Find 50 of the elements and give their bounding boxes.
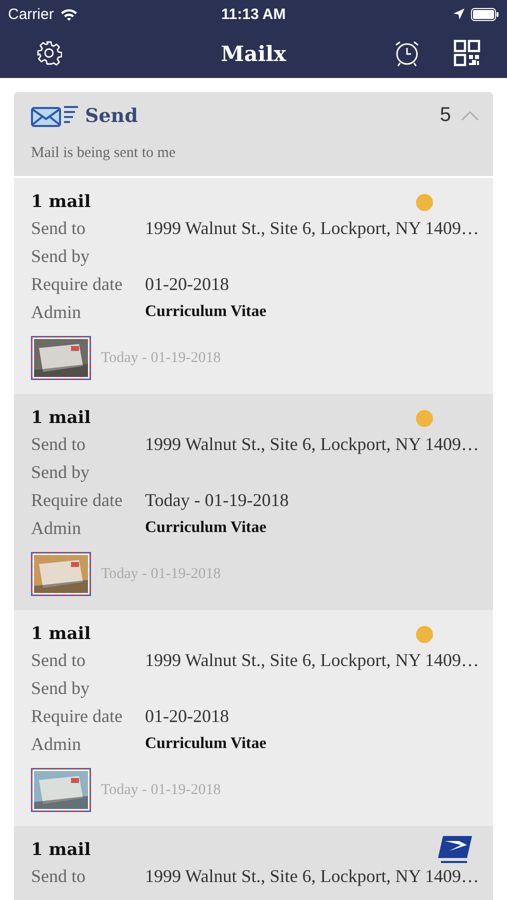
- field-value: Curriculum Vitae: [145, 303, 266, 321]
- envelope-icon: [31, 104, 81, 126]
- clock-time: 11:13 AM: [221, 6, 286, 22]
- field-label: Send to: [31, 218, 87, 238]
- mail-title: 1 mail: [31, 624, 91, 644]
- field-value: Curriculum Vitae: [145, 519, 266, 537]
- carrier-name: Carrier: [8, 6, 54, 22]
- settings-button[interactable]: [36, 40, 62, 66]
- settings-icon: [36, 40, 62, 66]
- qr-code-icon: [453, 39, 481, 67]
- field-value: Curriculum Vitae: [145, 735, 266, 753]
- field-label: Send by: [31, 246, 90, 266]
- mail-card[interactable]: 1 mail Send to 1999 Walnut St., Site 6, Lockport, NY 1409… Send by Require date 01-20-2018 Admin Curriculum Vitae Today - 01-19-2018: [14, 610, 493, 826]
- app-title: Mailx: [220, 40, 286, 66]
- field-value: 1999 Walnut St., Site 6, Lockport, NY 1409…: [145, 218, 480, 238]
- field-label: Send to: [31, 434, 87, 454]
- field-label: Admin: [31, 734, 82, 754]
- field-label: Send to: [31, 866, 87, 886]
- field-label: Admin: [31, 302, 82, 322]
- section-title: Send: [85, 104, 138, 126]
- mail-title: 1 mail: [31, 192, 91, 212]
- location-arrow-icon: [452, 8, 465, 20]
- section-subtitle: Mail is being sent to me: [31, 145, 177, 162]
- qr-code-button[interactable]: [453, 39, 481, 67]
- field-label: Send to: [31, 650, 87, 670]
- alarm-button[interactable]: [393, 39, 421, 67]
- field-value: 1999 Walnut St., Site 6, Lockport, NY 1409…: [145, 650, 480, 670]
- mail-date: Today - 01-19-2018: [101, 350, 221, 366]
- mail-card[interactable]: 1 mail Send to 1999 Walnut St., Site 6, Lockport, NY 1409…: [14, 826, 493, 900]
- field-label: Admin: [31, 518, 82, 538]
- field-value: 01-20-2018: [145, 274, 229, 294]
- section-header[interactable]: Send 5 Mail is being sent to me: [14, 92, 493, 176]
- mail-count: 5: [440, 104, 451, 127]
- field-label: Send by: [31, 462, 90, 482]
- mail-card[interactable]: 1 mail Send to 1999 Walnut St., Site 6, Lockport, NY 1409… Send by Require date 01-20-2018 Admin Curriculum Vitae Today - 01-19-2018: [14, 178, 493, 394]
- field-value: 1999 Walnut St., Site 6, Lockport, NY 1409…: [145, 434, 480, 454]
- field-label: Require date: [31, 706, 124, 726]
- mail-date: Today - 01-19-2018: [101, 782, 221, 798]
- wifi-icon: [60, 8, 78, 20]
- field-label: Require date: [31, 274, 124, 294]
- field-label: Send by: [31, 678, 90, 698]
- field-value: 01-20-2018: [145, 706, 229, 726]
- alarm-clock-icon: [393, 39, 421, 67]
- battery-icon: [470, 8, 499, 20]
- field-value: Today - 01-19-2018: [145, 490, 289, 510]
- field-value: 1999 Walnut St., Site 6, Lockport, NY 1409…: [145, 866, 480, 886]
- postal-emblem-icon: [437, 835, 473, 865]
- mail-title: 1 mail: [31, 840, 91, 860]
- mail-title: 1 mail: [31, 408, 91, 428]
- field-label: Require date: [31, 490, 124, 510]
